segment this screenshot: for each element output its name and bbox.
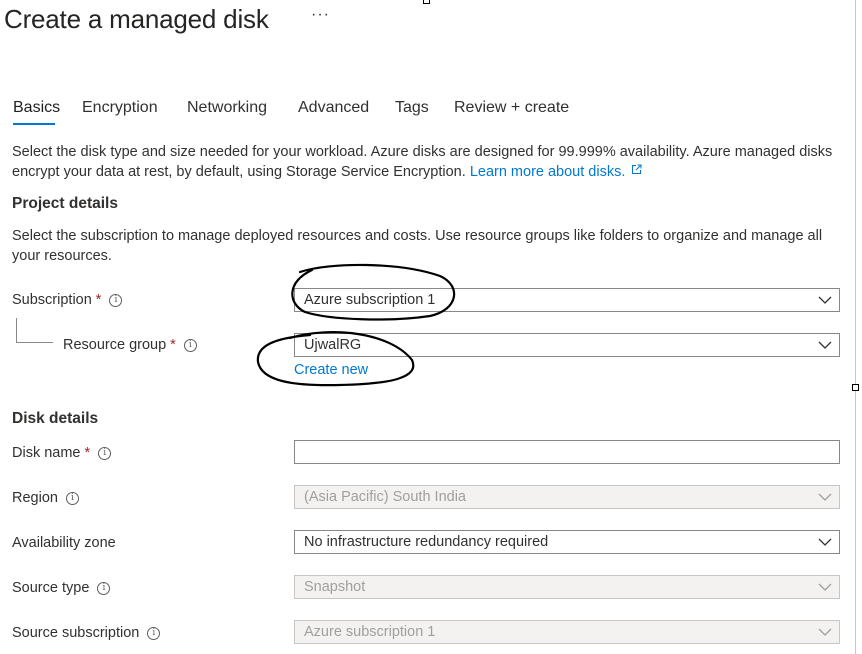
- source-subscription-dropdown[interactable]: Azure subscription 1: [294, 620, 840, 644]
- tab-review-create[interactable]: Review + create: [454, 99, 569, 117]
- info-icon[interactable]: i: [65, 491, 79, 505]
- required-marker: *: [170, 337, 176, 353]
- resource-group-value: UjwalRG: [304, 337, 362, 353]
- chevron-down-icon: [811, 341, 839, 349]
- chevron-down-icon: [811, 538, 839, 546]
- disk-name-label: Disk name * i: [12, 445, 112, 461]
- subscription-dropdown[interactable]: Azure subscription 1: [294, 288, 840, 312]
- tab-advanced[interactable]: Advanced: [298, 99, 369, 117]
- external-link-icon: [632, 164, 642, 174]
- tab-tags[interactable]: Tags: [395, 99, 429, 117]
- resource-group-dropdown[interactable]: UjwalRG: [294, 333, 840, 357]
- resize-handle-top[interactable]: [423, 0, 430, 4]
- region-label: Region i: [12, 490, 79, 506]
- info-icon[interactable]: i: [147, 626, 161, 640]
- intro-text: Select the disk type and size needed for…: [12, 144, 833, 180]
- create-new-link[interactable]: Create new: [294, 362, 368, 378]
- chevron-down-icon: [811, 296, 839, 304]
- region-value: (Asia Pacific) South India: [304, 489, 466, 505]
- page-title: Create a managed disk: [4, 4, 269, 34]
- subscription-value: Azure subscription 1: [304, 292, 436, 308]
- availability-zone-label: Availability zone: [12, 535, 116, 551]
- resource-group-label: Resource group * i: [63, 337, 197, 353]
- window-edge: [855, 0, 856, 654]
- intro-description: Select the disk type and size needed for…: [12, 142, 842, 182]
- info-icon[interactable]: i: [183, 338, 197, 352]
- subscription-label: Subscription * i: [12, 292, 123, 308]
- chevron-down-icon: [811, 493, 839, 501]
- availability-zone-value: No infrastructure redundancy required: [304, 534, 549, 550]
- info-icon[interactable]: i: [97, 581, 111, 595]
- source-type-value: Snapshot: [304, 579, 366, 595]
- project-details-description: Select the subscription to manage deploy…: [12, 228, 823, 264]
- project-details-heading: Project details: [12, 195, 118, 212]
- source-type-dropdown[interactable]: Snapshot: [294, 575, 840, 599]
- active-tab-indicator: [13, 123, 55, 125]
- source-subscription-label: Source subscription i: [12, 625, 161, 641]
- source-subscription-value: Azure subscription 1: [304, 624, 436, 640]
- required-marker: *: [84, 445, 91, 461]
- tree-connector-vertical: [16, 318, 17, 342]
- more-options-button[interactable]: ···: [311, 6, 330, 24]
- chevron-down-icon: [811, 628, 839, 636]
- tab-networking[interactable]: Networking: [187, 99, 267, 117]
- info-icon[interactable]: i: [98, 446, 112, 460]
- chevron-down-icon: [811, 583, 839, 591]
- disk-name-input[interactable]: [294, 440, 840, 464]
- tab-encryption[interactable]: Encryption: [82, 99, 158, 117]
- required-marker: *: [95, 292, 102, 308]
- tab-basics[interactable]: Basics: [13, 99, 60, 117]
- resize-handle-right[interactable]: [852, 384, 859, 391]
- disk-details-heading: Disk details: [12, 410, 99, 427]
- source-type-label: Source type i: [12, 580, 111, 596]
- availability-zone-dropdown[interactable]: No infrastructure redundancy required: [294, 530, 840, 554]
- learn-more-link[interactable]: Learn more about disks.: [470, 164, 643, 180]
- tree-connector-horizontal: [16, 342, 53, 343]
- info-icon[interactable]: i: [109, 293, 123, 307]
- region-dropdown[interactable]: (Asia Pacific) South India: [294, 485, 840, 509]
